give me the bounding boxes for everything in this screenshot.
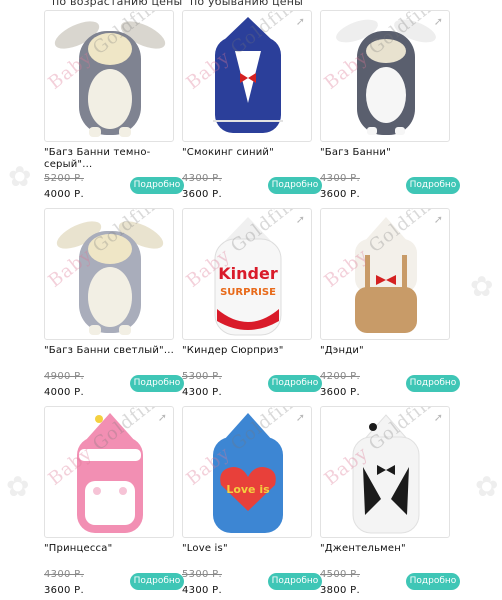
sort-ascending-link[interactable]: по возрастанию цены <box>52 0 182 8</box>
product-title[interactable]: "Дэнди" <box>320 345 458 357</box>
product-old-price: 4300 Р. <box>182 173 222 184</box>
product-image[interactable]: Kinder SURPRISE ➚ Baby Goldfinch <box>182 208 312 340</box>
product-price: 3600 Р. <box>182 189 222 200</box>
product-image[interactable]: ➚ Baby Goldfinch <box>320 10 450 142</box>
product-card: ➚ Baby Goldfinch "Дэнди" 4200 Р. 3600 Р.… <box>320 208 460 398</box>
bunny-dark-envelope-illustration <box>54 21 166 137</box>
product-title[interactable]: "Багз Банни светлый"... <box>44 345 182 357</box>
product-title[interactable]: "Багз Банни темно-серый"... <box>44 147 182 171</box>
background-pattern-icon: ✿ <box>470 270 494 303</box>
princess-envelope-illustration <box>77 413 143 533</box>
dandy-envelope-illustration <box>355 217 417 333</box>
product-old-price: 4900 Р. <box>44 371 84 382</box>
product-price: 3600 Р. <box>320 387 360 398</box>
product-image[interactable]: ➚ Baby Goldfinch <box>320 406 450 538</box>
arrow-icon: ➚ <box>433 411 443 424</box>
product-title[interactable]: "Смокинг синий" <box>182 147 320 159</box>
product-title[interactable]: "Киндер Сюрприз" <box>182 345 320 357</box>
product-price: 4000 Р. <box>44 387 84 398</box>
product-old-price: 5300 Р. <box>182 371 222 382</box>
arrow-icon: ➚ <box>157 411 167 424</box>
product-image[interactable]: Love is ➚ Baby Goldfinch <box>182 406 312 538</box>
product-title[interactable]: "Принцесса" <box>44 543 182 555</box>
product-price: 4300 Р. <box>182 585 222 596</box>
product-old-price: 5200 Р. <box>44 173 84 184</box>
product-price: 4300 Р. <box>182 387 222 398</box>
bunny-envelope-illustration <box>336 19 436 135</box>
details-button[interactable]: Подробно <box>268 177 322 194</box>
svg-text:Kinder: Kinder <box>218 264 278 283</box>
sort-descending-link[interactable]: по убыванию цены <box>190 0 303 8</box>
details-button[interactable]: Подробно <box>268 375 322 392</box>
product-card: Love is ➚ Baby Goldfinch "Love is" 5300 … <box>182 406 322 596</box>
gentleman-envelope-illustration <box>352 414 420 534</box>
product-image[interactable]: Baby Goldfinch <box>44 208 174 340</box>
product-title[interactable]: "Love is" <box>182 543 320 555</box>
details-button[interactable]: Подробно <box>268 573 322 590</box>
product-old-price: 4300 Р. <box>320 173 360 184</box>
product-old-price: 4300 Р. <box>44 569 84 580</box>
tuxedo-blue-envelope-illustration <box>213 17 283 133</box>
background-pattern-icon: ✿ <box>475 470 499 503</box>
love-is-envelope-illustration: Love is <box>213 413 283 533</box>
product-price: 3800 Р. <box>320 585 360 596</box>
product-card: Kinder SURPRISE ➚ Baby Goldfinch "Киндер… <box>182 208 322 398</box>
background-pattern-icon: ✿ <box>6 470 30 503</box>
product-image[interactable]: Baby Goldfinch <box>44 10 174 142</box>
product-old-price: 4500 Р. <box>320 569 360 580</box>
details-button[interactable]: Подробно <box>406 573 460 590</box>
arrow-icon: ➚ <box>433 15 443 28</box>
product-price: 4000 Р. <box>44 189 84 200</box>
details-button[interactable]: Подробно <box>130 177 184 194</box>
product-image[interactable]: ➚ Baby Goldfinch <box>320 208 450 340</box>
product-card: ➚ Baby Goldfinch "Принцесса" 4300 Р. 360… <box>44 406 184 596</box>
product-card: ➚ Baby Goldfinch "Смокинг синий" 4300 Р.… <box>182 10 322 200</box>
svg-text:Love is: Love is <box>226 483 270 496</box>
arrow-icon: ➚ <box>433 213 443 226</box>
details-button[interactable]: Подробно <box>130 375 184 392</box>
product-image[interactable]: ➚ Baby Goldfinch <box>182 10 312 142</box>
arrow-icon: ➚ <box>295 411 305 424</box>
product-price: 3600 Р. <box>320 189 360 200</box>
details-button[interactable]: Подробно <box>406 177 460 194</box>
background-pattern-icon: ✿ <box>8 160 32 193</box>
product-price: 3600 Р. <box>44 585 84 596</box>
details-button[interactable]: Подробно <box>406 375 460 392</box>
kinder-envelope-illustration: Kinder SURPRISE <box>214 217 282 336</box>
sort-bar: по возрастанию цены по убыванию цены <box>0 0 502 10</box>
svg-text:SURPRISE: SURPRISE <box>220 287 276 298</box>
product-old-price: 5300 Р. <box>182 569 222 580</box>
bunny-light-envelope-illustration <box>56 221 164 335</box>
details-button[interactable]: Подробно <box>130 573 184 590</box>
product-card: Baby Goldfinch "Багз Банни темно-серый".… <box>44 10 184 200</box>
product-card: Baby Goldfinch "Багз Банни светлый"... 4… <box>44 208 184 398</box>
product-image[interactable]: ➚ Baby Goldfinch <box>44 406 174 538</box>
product-title[interactable]: "Багз Банни" <box>320 147 458 159</box>
arrow-icon: ➚ <box>295 213 305 226</box>
product-card: ➚ Baby Goldfinch "Багз Банни" 4300 Р. 36… <box>320 10 460 200</box>
product-card: ➚ Baby Goldfinch "Джентельмен" 4500 Р. 3… <box>320 406 460 596</box>
product-old-price: 4200 Р. <box>320 371 360 382</box>
product-title[interactable]: "Джентельмен" <box>320 543 458 555</box>
arrow-icon: ➚ <box>295 15 305 28</box>
